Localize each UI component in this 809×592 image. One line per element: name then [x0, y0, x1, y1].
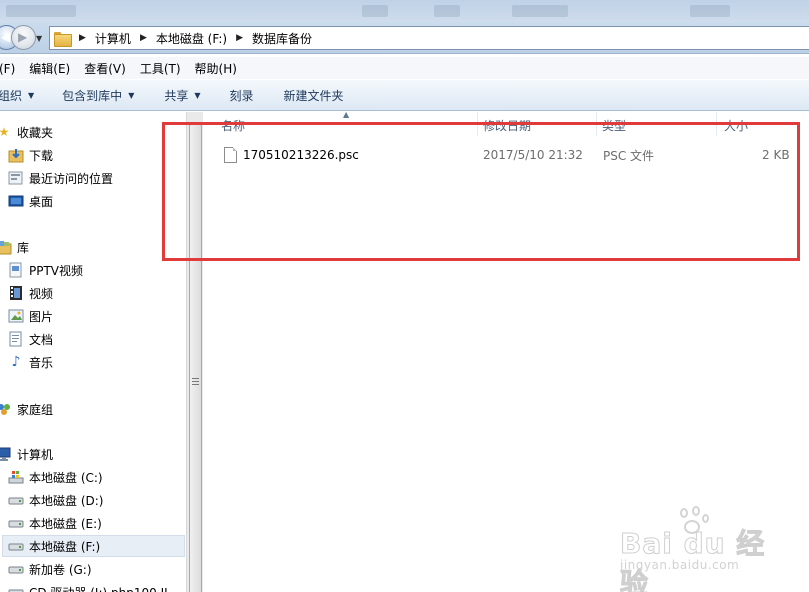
arrow-left-icon: ◀ [1, 30, 11, 44]
sort-ascending-icon: ▲ [343, 110, 350, 119]
drive-icon [8, 561, 24, 577]
system-drive-icon [8, 469, 24, 485]
address-row: ◀ ▶ ▼ ▶ 计算机 ▶ 本地磁盘 (F:) ▶ 数据库备份 [0, 22, 809, 54]
chevron-right-icon[interactable]: ▶ [140, 33, 147, 43]
menu-help[interactable]: 帮助(H) [195, 60, 237, 77]
navigation-pane: ★ 收藏夹 下载 最近访问的位置 桌面 库 PPTV视频 视频 图片 文档 ♪ 音乐… [0, 112, 186, 592]
include-in-library-button[interactable]: 包含到库中 ▼ [62, 87, 134, 104]
sidebar-item-label: 新加卷 (G:) [29, 562, 92, 577]
menu-tools[interactable]: 工具(T) [140, 60, 181, 77]
sidebar-item-label: 音乐 [29, 355, 54, 370]
sidebar-item-label: 本地磁盘 (E:) [29, 516, 102, 531]
desktop-icon [8, 193, 24, 209]
recent-places-icon [8, 170, 24, 186]
homegroup-icon [0, 401, 12, 417]
sidebar-item-videos[interactable]: 视频 [8, 282, 53, 304]
library-icon [0, 239, 12, 255]
sidebar-item-label: 最近访问的位置 [29, 171, 114, 186]
cd-drive-icon [8, 584, 24, 592]
drive-icon [8, 538, 24, 554]
sidebar-item-label: PPTV视频 [29, 263, 84, 278]
drive-icon [8, 492, 24, 508]
sidebar-item-drive-e[interactable]: 本地磁盘 (E:) [8, 512, 102, 534]
download-folder-icon [8, 147, 24, 163]
sidebar-item-label: CD 驱动器 (I:) php100 II [29, 584, 168, 592]
sidebar-item-desktop[interactable]: 桌面 [8, 190, 53, 212]
drive-icon [8, 515, 24, 531]
pptv-library-icon [8, 262, 24, 278]
computer-icon [0, 446, 12, 462]
sidebar-item-label: 文档 [29, 332, 54, 347]
title-ghost-text [690, 5, 730, 17]
dropdown-caret-icon: ▼ [128, 90, 135, 100]
title-ghost-text [362, 5, 388, 17]
sidebar-item-label: 本地磁盘 (D:) [29, 493, 104, 508]
homegroup-label: 家庭组 [17, 402, 54, 417]
libraries-label: 库 [17, 240, 30, 255]
forward-button[interactable]: ▶ [11, 25, 36, 50]
libraries-header[interactable]: 库 [0, 236, 29, 258]
video-icon [8, 285, 24, 301]
title-ghost-text [6, 5, 76, 17]
highlight-annotation [162, 122, 800, 261]
history-dropdown-icon[interactable]: ▼ [36, 34, 46, 44]
sidebar-item-cd-drive[interactable]: CD 驱动器 (I:) php100 II [8, 581, 168, 592]
menu-edit[interactable]: 编辑(E) [29, 60, 70, 77]
burn-button[interactable]: 刻录 [230, 87, 254, 104]
menu-bar: 件(F) 编辑(E) 查看(V) 工具(T) 帮助(H) [0, 57, 809, 79]
sidebar-item-label: 图片 [29, 309, 54, 324]
title-ghost-text [434, 5, 460, 17]
dropdown-caret-icon: ▼ [28, 90, 35, 100]
organize-label: 组织 [0, 88, 23, 103]
sidebar-item-pptv[interactable]: PPTV视频 [8, 259, 83, 281]
sidebar-item-label: 本地磁盘 (C:) [29, 470, 103, 485]
dropdown-caret-icon: ▼ [194, 90, 201, 100]
breadcrumb-drive-f[interactable]: 本地磁盘 (F:) [156, 30, 227, 47]
computer-label: 计算机 [17, 447, 54, 462]
favorites-header[interactable]: ★ 收藏夹 [0, 121, 53, 143]
sidebar-item-drive-f[interactable]: 本地磁盘 (F:) [2, 535, 185, 557]
sidebar-item-label: 下载 [29, 148, 54, 163]
computer-header[interactable]: 计算机 [0, 443, 53, 465]
watermark: Bai du 经验 jingyan.baidu.com [618, 506, 778, 592]
arrow-right-icon: ▶ [18, 30, 28, 44]
watermark-brand: Bai du 经验 [620, 527, 766, 592]
share-button[interactable]: 共享 ▼ [164, 87, 200, 104]
sidebar-item-label: 本地磁盘 (F:) [29, 539, 101, 554]
folder-icon [54, 31, 72, 47]
menu-file[interactable]: 件(F) [0, 60, 15, 77]
sidebar-item-drive-c[interactable]: 本地磁盘 (C:) [8, 466, 103, 488]
music-note-icon: ♪ [11, 354, 21, 370]
command-bar: 组织 ▼ 包含到库中 ▼ 共享 ▼ 刻录 新建文件夹 [0, 80, 809, 111]
window-title-bar [0, 0, 809, 22]
title-ghost-text [512, 5, 568, 17]
breadcrumb-backup-folder[interactable]: 数据库备份 [252, 30, 312, 47]
document-icon [8, 331, 24, 347]
new-folder-button[interactable]: 新建文件夹 [284, 87, 344, 104]
address-bar[interactable]: ▶ 计算机 ▶ 本地磁盘 (F:) ▶ 数据库备份 [49, 26, 809, 50]
watermark-url: jingyan.baidu.com [620, 558, 740, 572]
favorites-label: 收藏夹 [17, 125, 54, 140]
sidebar-item-recent-places[interactable]: 最近访问的位置 [8, 167, 113, 189]
sidebar-item-pictures[interactable]: 图片 [8, 305, 53, 327]
menu-view[interactable]: 查看(V) [84, 60, 126, 77]
homegroup-item[interactable]: 家庭组 [0, 398, 53, 420]
breadcrumb-computer[interactable]: 计算机 [95, 30, 131, 47]
organize-button[interactable]: 组织 ▼ [0, 87, 34, 104]
sidebar-item-drive-g[interactable]: 新加卷 (G:) [8, 558, 92, 580]
sidebar-item-label: 桌面 [29, 194, 54, 209]
star-icon: ★ [0, 125, 10, 139]
sidebar-item-music[interactable]: ♪ 音乐 [8, 351, 53, 373]
sidebar-item-documents[interactable]: 文档 [8, 328, 53, 350]
sidebar-item-label: 视频 [29, 286, 54, 301]
sidebar-item-downloads[interactable]: 下载 [8, 144, 53, 166]
chevron-right-icon[interactable]: ▶ [79, 33, 86, 43]
sidebar-item-drive-d[interactable]: 本地磁盘 (D:) [8, 489, 103, 511]
grip-icon [192, 378, 199, 386]
share-label: 共享 [164, 88, 189, 103]
include-in-library-label: 包含到库中 [62, 88, 123, 103]
chevron-right-icon[interactable]: ▶ [236, 33, 243, 43]
picture-icon [8, 308, 24, 324]
